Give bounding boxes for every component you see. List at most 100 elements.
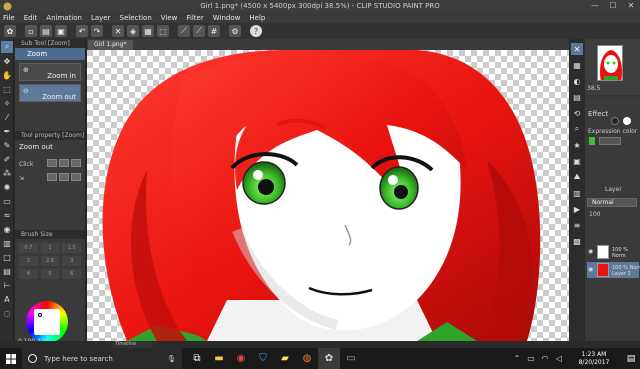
- pencil-icon[interactable]: ✎: [1, 139, 13, 151]
- minimize-button[interactable]: —: [586, 0, 604, 12]
- visibility-eye-icon[interactable]: ◉: [588, 266, 593, 273]
- app-home-icon[interactable]: ✿: [4, 25, 16, 37]
- wifi-icon[interactable]: ◠: [538, 354, 552, 363]
- action-center-icon[interactable]: ▤: [622, 354, 640, 364]
- menu-file[interactable]: File: [3, 14, 15, 22]
- menu-edit[interactable]: Edit: [24, 14, 38, 22]
- maximize-button[interactable]: ☐: [604, 0, 622, 12]
- task-view-icon[interactable]: ⧉: [186, 348, 208, 369]
- close-panel-icon[interactable]: ✕: [571, 43, 583, 55]
- color-wheel[interactable]: [26, 301, 68, 343]
- layer-row[interactable]: ◉ 100 % Norm: [587, 244, 639, 260]
- brush-size-item[interactable]: 1.5: [62, 243, 81, 253]
- selection-tool-icon[interactable]: ⬚: [1, 83, 13, 95]
- hand-tool-icon[interactable]: ✋: [1, 69, 13, 81]
- material-icon[interactable]: ▦: [571, 59, 583, 71]
- paste-icon[interactable]: ▦: [142, 25, 154, 37]
- layer-property-icon[interactable]: ▤: [571, 91, 583, 103]
- zoom-tool-icon[interactable]: ⌕: [1, 41, 13, 53]
- opacity-value[interactable]: 100: [589, 211, 600, 218]
- tray-arrow-icon[interactable]: ⌃: [510, 354, 524, 363]
- menu-selection[interactable]: Selection: [120, 14, 152, 22]
- quick-access-icon[interactable]: ★: [571, 139, 583, 151]
- zoom-in-item[interactable]: ⊕ Zoom in: [19, 63, 81, 81]
- effect-tone-icon[interactable]: [623, 117, 631, 125]
- fill-tool-icon[interactable]: ◉: [1, 223, 13, 235]
- navigator-icon[interactable]: ◐: [571, 75, 583, 87]
- ruler-icon[interactable]: ⟋: [178, 25, 190, 37]
- color-set-icon[interactable]: ▩: [571, 235, 583, 247]
- transform-icon[interactable]: ⬚: [157, 25, 169, 37]
- menu-layer[interactable]: Layer: [91, 14, 111, 22]
- file-explorer-icon[interactable]: ▬: [208, 348, 230, 369]
- brush-size-item[interactable]: 6: [62, 269, 81, 279]
- search-layer-icon[interactable]: ⌕: [571, 123, 583, 135]
- image-material-icon[interactable]: ⛰: [571, 171, 583, 183]
- menu-help[interactable]: Help: [249, 14, 265, 22]
- text-tool-icon[interactable]: A: [1, 293, 13, 305]
- tablet-app-icon[interactable]: ▭: [340, 348, 362, 369]
- timeline-tab[interactable]: Timeline: [112, 341, 152, 348]
- settings-icon[interactable]: ⚙: [229, 25, 241, 37]
- eraser-icon[interactable]: ▭: [1, 195, 13, 207]
- store-icon[interactable]: ⛉: [252, 348, 274, 369]
- blend-icon[interactable]: ≈: [1, 209, 13, 221]
- brush-size-item[interactable]: 4: [19, 269, 38, 279]
- drag-options[interactable]: [45, 173, 81, 183]
- item-bank-icon[interactable]: ▣: [571, 155, 583, 167]
- history-icon[interactable]: ⟲: [571, 107, 583, 119]
- menu-view[interactable]: View: [161, 14, 178, 22]
- artwork-canvas[interactable]: [87, 50, 569, 341]
- airbrush-icon[interactable]: ⁂: [1, 167, 13, 179]
- microphone-icon[interactable]: 🎙: [167, 355, 176, 363]
- taskbar-search[interactable]: Type here to search 🎙: [22, 348, 182, 369]
- animation-cels-icon[interactable]: ▥: [571, 187, 583, 199]
- brush-size-item[interactable]: 3: [62, 256, 81, 266]
- snap-icon[interactable]: ⟋: [193, 25, 205, 37]
- help-icon[interactable]: ?: [250, 25, 262, 37]
- effect-border-icon[interactable]: [611, 117, 619, 125]
- move-tool-icon[interactable]: ✥: [1, 55, 13, 67]
- redo-icon[interactable]: ↷: [91, 25, 103, 37]
- decoration-icon[interactable]: ✺: [1, 181, 13, 193]
- new-file-icon[interactable]: ▫: [25, 25, 37, 37]
- brush-size-item[interactable]: 2.5: [40, 256, 60, 266]
- auto-action-icon[interactable]: ▶: [571, 203, 583, 215]
- click-options[interactable]: [45, 159, 81, 169]
- brush-size-item[interactable]: 0.7: [19, 243, 38, 253]
- battery-icon[interactable]: ▭: [524, 354, 538, 363]
- grid-snap-icon[interactable]: #: [208, 25, 220, 37]
- navigator-zoom[interactable]: 38.5: [587, 85, 600, 92]
- brush-size-item[interactable]: 2: [19, 256, 38, 266]
- frame-icon[interactable]: ▤: [1, 265, 13, 277]
- open-file-icon[interactable]: ▤: [40, 25, 52, 37]
- clip-studio-taskbar-icon[interactable]: ✿: [318, 348, 340, 369]
- auto-select-icon[interactable]: ✧: [1, 97, 13, 109]
- expression-color-swatch[interactable]: [589, 137, 595, 145]
- layer-row-selected[interactable]: ◉ 100 % Norm Layer 2: [587, 262, 640, 278]
- navigator-thumbnail[interactable]: [597, 45, 623, 81]
- menu-filter[interactable]: Filter: [186, 14, 203, 22]
- sticky-notes-icon[interactable]: ▰: [274, 348, 296, 369]
- brush-size-item[interactable]: 1: [40, 243, 60, 253]
- menu-window[interactable]: Window: [213, 14, 241, 22]
- visibility-eye-icon[interactable]: ◉: [588, 248, 593, 255]
- zoom-out-item[interactable]: ⊖ Zoom out: [19, 84, 81, 102]
- canvas-area[interactable]: Girl 1.png*: [87, 39, 569, 341]
- close-button[interactable]: ✕: [622, 0, 640, 12]
- brush-size-item[interactable]: 5: [40, 269, 60, 279]
- clock[interactable]: 1:23 AM 8/20/2017: [566, 351, 622, 367]
- brush-icon[interactable]: ✐: [1, 153, 13, 165]
- document-tab[interactable]: Girl 1.png*: [88, 40, 133, 50]
- balloon-icon[interactable]: ◌: [1, 307, 13, 319]
- gradient-icon[interactable]: ▥: [1, 237, 13, 249]
- color-picker-marker[interactable]: [38, 313, 42, 317]
- fill-icon[interactable]: ◈: [127, 25, 139, 37]
- expression-color-select[interactable]: [599, 137, 621, 145]
- menu-animation[interactable]: Animation: [46, 14, 82, 22]
- layers-icon[interactable]: ≡: [571, 219, 583, 231]
- volume-icon[interactable]: ◁: [552, 354, 566, 363]
- pen-icon[interactable]: ✒: [1, 125, 13, 137]
- start-button[interactable]: [0, 348, 22, 369]
- ruler-tool-icon[interactable]: ⊢: [1, 279, 13, 291]
